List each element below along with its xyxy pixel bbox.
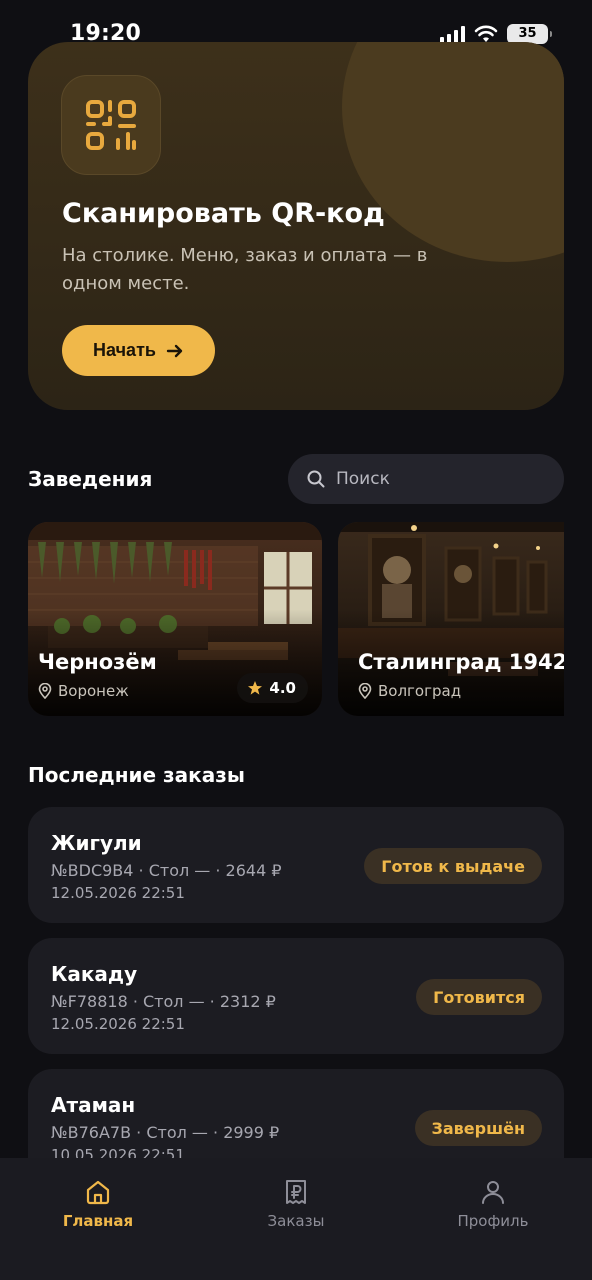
order-card[interactable]: Жигули №BDC9B4 · Стол — · 2644 ₽ 12.05.2… [28, 807, 564, 923]
venue-name: Чернозём [38, 650, 157, 674]
user-icon [482, 1181, 504, 1204]
recent-orders-title: Последние заказы [28, 763, 245, 787]
order-status-badge: Готов к выдаче [364, 848, 542, 884]
rating-badge: 4.0 [237, 673, 308, 703]
start-button[interactable]: Начать [62, 325, 215, 376]
location-pin-icon [38, 683, 52, 699]
venue-location: Воронеж [38, 682, 129, 700]
start-button-label: Начать [93, 340, 156, 360]
home-icon [86, 1180, 110, 1205]
tab-orders-label: Заказы [267, 1212, 325, 1230]
qr-code-icon-box [61, 75, 161, 175]
order-card[interactable]: Какаду №F78818 · Стол — · 2312 ₽ 12.05.2… [28, 938, 564, 1054]
tab-profile-label: Профиль [457, 1212, 529, 1230]
star-icon [248, 681, 263, 695]
receipt-ruble-icon [286, 1180, 306, 1204]
order-venue-name: Жигули [51, 831, 142, 855]
hero-subtitle: На столике. Меню, заказ и оплата — в одн… [62, 245, 428, 294]
search-icon [307, 470, 325, 488]
search-placeholder: Поиск [336, 469, 390, 489]
venue-city: Воронеж [58, 682, 129, 700]
tab-home[interactable]: Главная [28, 1178, 168, 1230]
venue-city: Волгоград [378, 682, 462, 700]
order-date: 12.05.2026 22:51 [51, 884, 185, 902]
tab-home-label: Главная [62, 1212, 134, 1230]
order-status-badge: Готовится [416, 979, 542, 1015]
battery-indicator: 35 [507, 24, 552, 44]
order-date: 12.05.2026 22:51 [51, 1015, 185, 1033]
search-input[interactable]: Поиск [288, 454, 564, 504]
wifi-icon [474, 25, 498, 42]
rating-value: 4.0 [269, 679, 296, 697]
cellular-signal-icon [440, 25, 465, 43]
location-pin-icon [358, 683, 372, 699]
order-meta: №B76A7B · Стол — · 2999 ₽ [51, 1123, 280, 1142]
venue-card-chernozem[interactable]: Чернозём Воронеж 4.0 [28, 522, 322, 716]
venues-title: Заведения [28, 467, 153, 491]
venue-card-stalingrad[interactable]: Сталинград 1942 Волгоград [338, 522, 564, 716]
hero-decoration [342, 42, 564, 262]
status-indicators: 35 [440, 24, 552, 44]
order-venue-name: Атаман [51, 1093, 136, 1117]
qr-code-icon [86, 100, 136, 150]
arrow-right-icon [166, 344, 183, 357]
tab-profile[interactable]: Профиль [423, 1178, 563, 1230]
order-venue-name: Какаду [51, 962, 138, 986]
home-screen: 19:20 35 Сканировать QR-код На столике. … [0, 0, 592, 1280]
order-meta: №F78818 · Стол — · 2312 ₽ [51, 992, 276, 1011]
tab-orders[interactable]: Заказы [226, 1178, 366, 1230]
hero-title: Сканировать QR-код [62, 198, 385, 229]
tab-bar: Главная Заказы Профиль [0, 1158, 592, 1280]
order-status-badge: Завершён [414, 1110, 542, 1146]
scan-qr-card[interactable]: Сканировать QR-код На столике. Меню, зак… [28, 42, 564, 410]
order-meta: №BDC9B4 · Стол — · 2644 ₽ [51, 861, 282, 880]
venue-location: Волгоград [358, 682, 461, 700]
venue-name: Сталинград 1942 [358, 650, 564, 674]
